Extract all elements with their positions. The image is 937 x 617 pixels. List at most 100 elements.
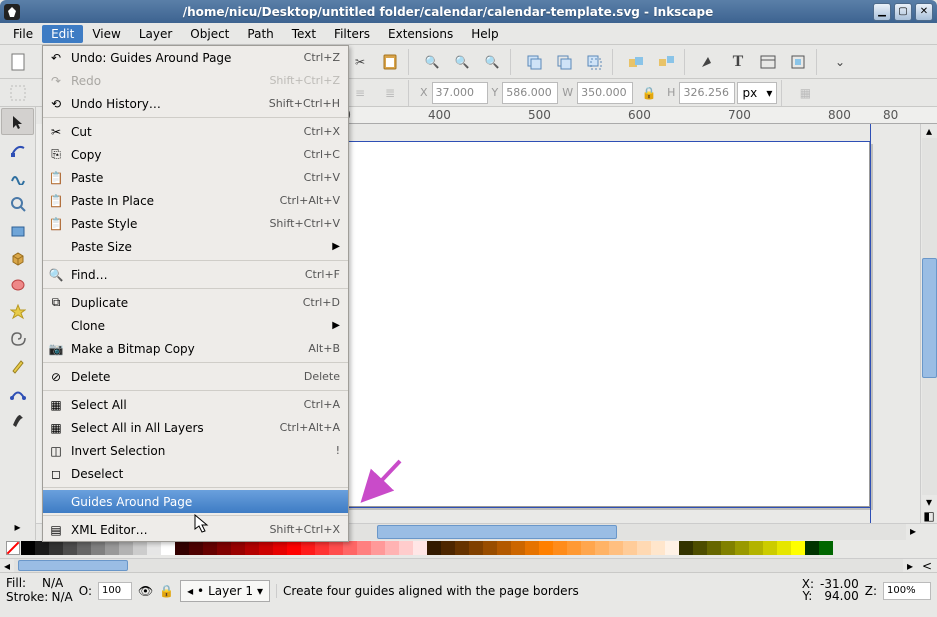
menu-extensions[interactable]: Extensions	[379, 25, 462, 43]
fill-stroke-indicator[interactable]: Fill: N/A Stroke: N/A	[6, 577, 73, 605]
palette-swatch[interactable]	[273, 541, 287, 555]
palette-swatch[interactable]	[595, 541, 609, 555]
palette-swatch[interactable]	[707, 541, 721, 555]
pencil-tool[interactable]	[0, 352, 35, 379]
scroll-thumb-h[interactable]	[377, 525, 617, 539]
palette-swatch[interactable]	[819, 541, 833, 555]
menu-item-make-a-bitmap-copy[interactable]: 📷Make a Bitmap CopyAlt+B	[43, 337, 348, 360]
palette-swatch[interactable]	[189, 541, 203, 555]
menu-item-guides-around-page[interactable]: Guides Around Page	[43, 490, 348, 513]
x-input[interactable]	[432, 82, 488, 104]
maximize-button[interactable]: ▢	[894, 3, 912, 21]
guide-right[interactable]	[870, 124, 871, 523]
new-doc-button[interactable]	[4, 48, 32, 76]
lock-aspect-button[interactable]: 🔒	[635, 79, 663, 107]
xml-button[interactable]	[754, 48, 782, 76]
opacity-spin[interactable]: 100	[98, 582, 132, 600]
palette-swatch[interactable]	[259, 541, 273, 555]
menu-item-undo-guides-around-page[interactable]: ↶Undo: Guides Around PageCtrl+Z	[43, 46, 348, 69]
scrollbar-vertical[interactable]: ▴ ▾ ◧	[920, 124, 937, 523]
palette-swatch[interactable]	[301, 541, 315, 555]
menu-item-xml-editor[interactable]: ▤XML Editor…Shift+Ctrl+X	[43, 518, 348, 541]
menu-item-paste[interactable]: 📋PasteCtrl+V	[43, 166, 348, 189]
ellipse-tool[interactable]	[0, 271, 35, 298]
selector-tool[interactable]	[1, 108, 34, 135]
zoom-in-button[interactable]: 🔍	[418, 48, 446, 76]
zoom-spin[interactable]: 100%	[883, 582, 931, 600]
duplicate-button[interactable]	[520, 48, 548, 76]
tweak-tool[interactable]	[0, 163, 35, 190]
flip-h-button[interactable]: ≡	[346, 79, 374, 107]
palette-swatch[interactable]	[483, 541, 497, 555]
menu-item-select-all-in-all-layers[interactable]: ▦Select All in All LayersCtrl+Alt+A	[43, 416, 348, 439]
palette-swatch[interactable]	[245, 541, 259, 555]
menu-item-paste-in-place[interactable]: 📋Paste In PlaceCtrl+Alt+V	[43, 189, 348, 212]
menu-path[interactable]: Path	[238, 25, 282, 43]
palette-swatch[interactable]	[119, 541, 133, 555]
palette-swatch[interactable]	[791, 541, 805, 555]
zoom-drawing-button[interactable]: 🔍	[448, 48, 476, 76]
spiral-tool[interactable]	[0, 325, 35, 352]
palette-swatch[interactable]	[91, 541, 105, 555]
paste-button[interactable]	[376, 48, 404, 76]
palette-swatch[interactable]	[77, 541, 91, 555]
affect-button[interactable]: ▦	[791, 79, 819, 107]
palette-swatch[interactable]	[161, 541, 175, 555]
group-button[interactable]	[622, 48, 650, 76]
palette-swatch[interactable]	[441, 541, 455, 555]
menu-view[interactable]: View	[83, 25, 129, 43]
visibility-icon[interactable]: 👁	[138, 584, 153, 598]
zoom-page-button[interactable]: 🔍	[478, 48, 506, 76]
palette-swatch[interactable]	[805, 541, 819, 555]
more-tools[interactable]: ▸	[0, 513, 35, 540]
palette-swatch[interactable]	[21, 541, 35, 555]
palette-swatch[interactable]	[287, 541, 301, 555]
node-tool[interactable]	[0, 136, 35, 163]
menu-layer[interactable]: Layer	[130, 25, 181, 43]
menu-text[interactable]: Text	[283, 25, 325, 43]
menu-help[interactable]: Help	[462, 25, 507, 43]
zoom-tool[interactable]	[0, 190, 35, 217]
menu-item-duplicate[interactable]: ⧉DuplicateCtrl+D	[43, 291, 348, 314]
layer-selector[interactable]: ◂ •Layer 1 ▾	[180, 580, 270, 602]
palette-swatch[interactable]	[749, 541, 763, 555]
palette-swatch[interactable]	[693, 541, 707, 555]
palette-swatch[interactable]	[343, 541, 357, 555]
palette-swatch[interactable]	[469, 541, 483, 555]
palette-swatch[interactable]	[651, 541, 665, 555]
menu-edit[interactable]: Edit	[42, 25, 83, 43]
close-button[interactable]: ✕	[915, 3, 933, 21]
palette-swatch[interactable]	[497, 541, 511, 555]
menu-item-find[interactable]: 🔍Find…Ctrl+F	[43, 263, 348, 286]
palette-swatch[interactable]	[175, 541, 189, 555]
palette-swatch[interactable]	[217, 541, 231, 555]
palette-swatch[interactable]	[133, 541, 147, 555]
palette-swatch[interactable]	[553, 541, 567, 555]
calligraphy-tool[interactable]	[0, 406, 35, 433]
menu-item-copy[interactable]: ⎘CopyCtrl+C	[43, 143, 348, 166]
select-all-tb-button[interactable]	[4, 79, 32, 107]
bezier-tool[interactable]	[0, 379, 35, 406]
lock-layer-icon[interactable]: 🔒	[159, 584, 174, 598]
box3d-tool[interactable]	[0, 244, 35, 271]
palette-swatch[interactable]	[665, 541, 679, 555]
menu-item-delete[interactable]: ⊘DeleteDelete	[43, 365, 348, 388]
text-dialog-button[interactable]: T	[724, 48, 752, 76]
palette-swatch[interactable]	[735, 541, 749, 555]
palette-swatch[interactable]	[637, 541, 651, 555]
menu-item-invert-selection[interactable]: ◫Invert Selection!	[43, 439, 348, 462]
prefs-button[interactable]: ⌄	[826, 48, 854, 76]
menu-item-paste-size[interactable]: Paste Size▶	[43, 235, 348, 258]
menu-object[interactable]: Object	[181, 25, 238, 43]
menu-item-clone[interactable]: Clone▶	[43, 314, 348, 337]
palette-swatch[interactable]	[623, 541, 637, 555]
y-input[interactable]	[502, 82, 558, 104]
palette-swatch[interactable]	[763, 541, 777, 555]
palette-swatch[interactable]	[455, 541, 469, 555]
w-input[interactable]	[577, 82, 633, 104]
flip-v-button[interactable]: ≣	[376, 79, 404, 107]
scroll-thumb-v[interactable]	[922, 258, 937, 378]
menu-file[interactable]: File	[4, 25, 42, 43]
palette-swatch[interactable]	[147, 541, 161, 555]
palette-swatch[interactable]	[511, 541, 525, 555]
